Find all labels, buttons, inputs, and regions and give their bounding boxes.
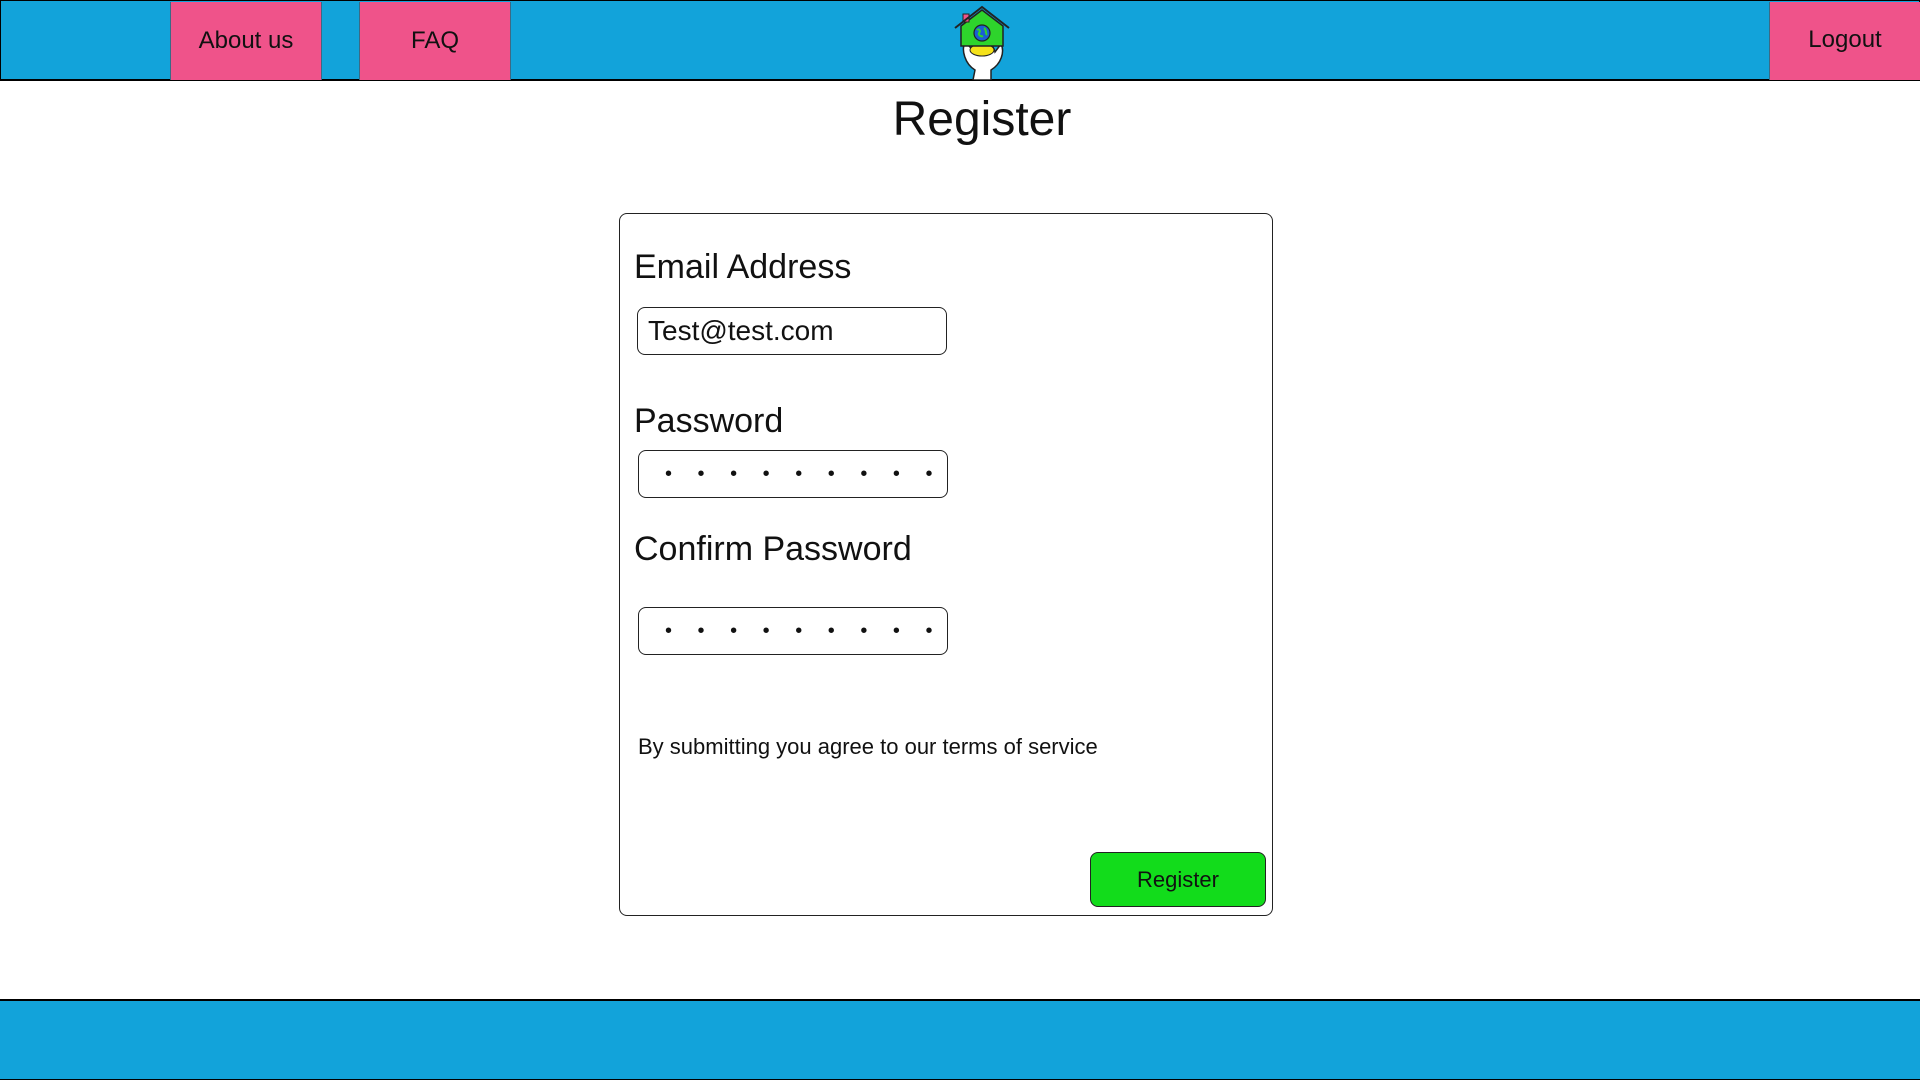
password-label: Password	[634, 402, 784, 440]
email-field[interactable]: Test@test.com	[637, 307, 947, 355]
about-us-label: About us	[198, 27, 294, 54]
confirm-password-label: Confirm Password	[634, 530, 912, 568]
register-form: Email Address Test@test.com Password • •…	[619, 213, 1273, 916]
top-nav-bar: About us FAQ Logout	[0, 0, 1920, 81]
logout-button[interactable]: Logout	[1769, 2, 1920, 80]
confirm-password-mask: • • • • • • • • •	[665, 619, 943, 642]
register-page: About us FAQ Logout Register Email Addre…	[0, 0, 1920, 1080]
about-us-button[interactable]: About us	[170, 2, 322, 80]
register-button-label: Register	[1137, 866, 1219, 892]
confirm-password-field[interactable]: • • • • • • • • •	[638, 607, 948, 655]
faq-label: FAQ	[410, 27, 459, 54]
password-field[interactable]: • • • • • • • • •	[638, 450, 948, 498]
register-button[interactable]: Register	[1090, 852, 1266, 907]
footer-bar	[0, 999, 1920, 1080]
password-mask: • • • • • • • • •	[665, 462, 943, 485]
page-title: Register	[892, 93, 1072, 146]
logout-label: Logout	[1808, 26, 1882, 53]
email-value: Test@test.com	[648, 315, 834, 346]
faq-button[interactable]: FAQ	[359, 2, 511, 80]
terms-notice: By submitting you agree to our terms of …	[638, 734, 1098, 759]
email-label: Email Address	[634, 248, 852, 286]
home-hand-logo-icon[interactable]	[951, 4, 1013, 80]
